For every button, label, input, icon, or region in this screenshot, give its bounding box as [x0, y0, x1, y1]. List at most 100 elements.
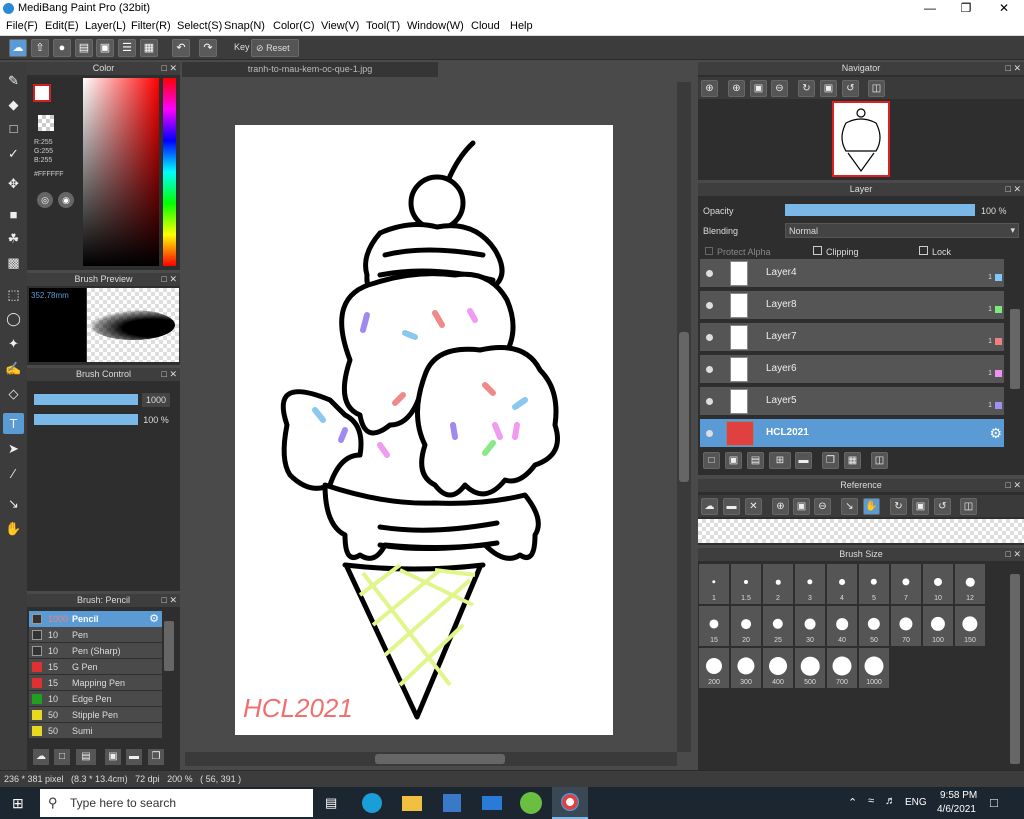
- layer-opacity-slider[interactable]: [785, 204, 975, 216]
- bucket-icon[interactable]: ☘: [3, 228, 24, 249]
- menu-select[interactable]: Select(S): [177, 20, 222, 32]
- add-brush-icon[interactable]: ▤: [76, 749, 96, 765]
- brush-size-option[interactable]: 500: [795, 648, 826, 688]
- eye-icon[interactable]: [706, 334, 713, 341]
- taskbar-search-box[interactable]: ⚲ Type here to search: [40, 789, 313, 817]
- eye-icon[interactable]: [706, 430, 713, 437]
- palette-icon[interactable]: ◎: [37, 192, 53, 208]
- brush-size-option[interactable]: 1000: [859, 648, 890, 688]
- brush-size-option[interactable]: 1: [699, 564, 730, 604]
- notification-icon[interactable]: □: [990, 795, 998, 810]
- green-app-icon[interactable]: [520, 792, 542, 814]
- brush-size-option[interactable]: 2: [763, 564, 794, 604]
- text-tool-icon[interactable]: T: [3, 413, 24, 434]
- brush-size-scrollbar[interactable]: [1010, 574, 1020, 764]
- blending-select[interactable]: Normal ▾: [785, 223, 1019, 238]
- trash-icon[interactable]: ◫: [871, 452, 888, 469]
- brush-size-option[interactable]: 50: [859, 606, 890, 646]
- document-tab[interactable]: tranh-to-mau-kem-oc-que-1.jpg: [182, 62, 438, 77]
- file-explorer-icon[interactable]: [402, 796, 422, 811]
- minimize-button[interactable]: —: [912, 0, 948, 18]
- operation-icon[interactable]: ➤: [3, 438, 24, 459]
- panels-icon[interactable]: ▦: [140, 39, 158, 57]
- panel-close-icon[interactable]: □ ✕: [162, 273, 177, 286]
- merge-down-icon[interactable]: ▦: [844, 452, 861, 469]
- rotate-icon[interactable]: ↻: [798, 80, 815, 97]
- folder-icon[interactable]: ▬: [795, 452, 812, 469]
- brush-size-option[interactable]: 150: [955, 606, 986, 646]
- fit-icon[interactable]: ▣: [750, 80, 767, 97]
- brush-size-option[interactable]: 400: [763, 648, 794, 688]
- primary-color-swatch[interactable]: [33, 84, 51, 102]
- brush-size-option[interactable]: 700: [827, 648, 858, 688]
- upload-icon[interactable]: ⇧: [31, 39, 49, 57]
- brush-item-mapping-pen[interactable]: 15 Mapping Pen: [29, 675, 162, 691]
- horizontal-scroll-thumb[interactable]: [375, 754, 505, 764]
- lock-checkbox[interactable]: [919, 246, 928, 255]
- menu-view[interactable]: View(V): [321, 20, 359, 32]
- brush-item-pencil[interactable]: 1000 Pencil ⚙: [29, 611, 162, 627]
- new-brush-icon[interactable]: □: [54, 749, 70, 765]
- brush-size-option[interactable]: 3: [795, 564, 826, 604]
- select-rect-icon[interactable]: ⬚: [3, 284, 24, 305]
- redo-icon[interactable]: ↷: [199, 39, 217, 57]
- hand-icon[interactable]: ✋: [863, 498, 880, 515]
- zoom-in-icon[interactable]: ⊕: [701, 80, 718, 97]
- brush-item-stipple-pen[interactable]: 50 Stipple Pen: [29, 707, 162, 723]
- panel-close-icon[interactable]: □ ✕: [1006, 183, 1021, 196]
- brush-size-option[interactable]: 70: [891, 606, 922, 646]
- windows-start-icon[interactable]: ⊞: [12, 796, 26, 810]
- new-halftone-layer-icon[interactable]: ▣: [725, 452, 742, 469]
- duplicate-icon[interactable]: ❐: [148, 749, 164, 765]
- chevron-up-icon[interactable]: ⌃: [848, 796, 857, 809]
- brush-opacity-slider[interactable]: [34, 414, 138, 425]
- fit-icon[interactable]: ▣: [793, 498, 810, 515]
- cloud-icon[interactable]: ☁: [9, 39, 27, 57]
- menu-help[interactable]: Help: [510, 20, 533, 32]
- brush-size-option[interactable]: 40: [827, 606, 858, 646]
- menu-layer[interactable]: Layer(L): [85, 20, 126, 32]
- mail-icon[interactable]: [482, 796, 502, 810]
- fit-window-icon[interactable]: ▣: [912, 498, 929, 515]
- eyedropper-icon[interactable]: ↘: [841, 498, 858, 515]
- canvas-horizontal-scrollbar[interactable]: [185, 752, 677, 766]
- zoom-in-icon[interactable]: ⊕: [772, 498, 789, 515]
- palette-settings-icon[interactable]: ◉: [58, 192, 74, 208]
- language-indicator[interactable]: ENG: [905, 797, 927, 808]
- hue-slider[interactable]: [163, 78, 176, 266]
- brush-item-g-pen[interactable]: 15 G Pen: [29, 659, 162, 675]
- eraser-tool-icon[interactable]: ◆: [3, 94, 24, 115]
- add-layer-menu-icon[interactable]: ⊞: [769, 452, 791, 469]
- eye-icon[interactable]: [706, 366, 713, 373]
- divide-icon[interactable]: ∕: [3, 463, 24, 484]
- eye-icon[interactable]: [706, 270, 713, 277]
- menu-edit[interactable]: Edit(E): [45, 20, 79, 32]
- panel-close-icon[interactable]: □ ✕: [1006, 62, 1021, 75]
- layer-row-layer6[interactable]: Layer6 1: [700, 355, 1004, 385]
- layer-row-layer7[interactable]: Layer7 1: [700, 323, 1004, 353]
- edge-icon[interactable]: [362, 793, 382, 813]
- move-tool-icon[interactable]: ✥: [3, 173, 24, 194]
- drawing-canvas[interactable]: HCL2021: [235, 125, 613, 735]
- comment-icon[interactable]: ▤: [75, 39, 93, 57]
- wifi-icon[interactable]: ≈: [868, 795, 874, 807]
- rotate-reset-icon[interactable]: ↺: [842, 80, 859, 97]
- reset-button[interactable]: ⊘ Reset: [251, 39, 299, 57]
- task-view-icon[interactable]: ▤: [325, 795, 337, 811]
- gear-icon[interactable]: ⚙: [989, 425, 1002, 442]
- gradient-icon[interactable]: ▩: [3, 252, 24, 273]
- cloud-brush-icon[interactable]: ☁: [33, 749, 49, 765]
- layer-row-layer4[interactable]: Layer4 1: [700, 259, 1004, 289]
- clock-time[interactable]: 9:58 PM: [940, 790, 977, 801]
- brush-item-edge-pen[interactable]: 10 Edge Pen: [29, 691, 162, 707]
- line-brush-icon[interactable]: ✓: [3, 143, 24, 164]
- menu-file[interactable]: File(F): [6, 20, 38, 32]
- brush-size-option[interactable]: 10: [923, 564, 954, 604]
- brush-size-option[interactable]: 300: [731, 648, 762, 688]
- menu-filter[interactable]: Filter(R): [131, 20, 171, 32]
- magic-wand-icon[interactable]: ✦: [3, 333, 24, 354]
- brush-tool-icon[interactable]: ✎: [3, 70, 24, 91]
- vertical-scroll-thumb[interactable]: [679, 332, 689, 482]
- canvas-vertical-scrollbar[interactable]: [677, 82, 691, 752]
- gear-icon[interactable]: ⚙: [149, 612, 159, 625]
